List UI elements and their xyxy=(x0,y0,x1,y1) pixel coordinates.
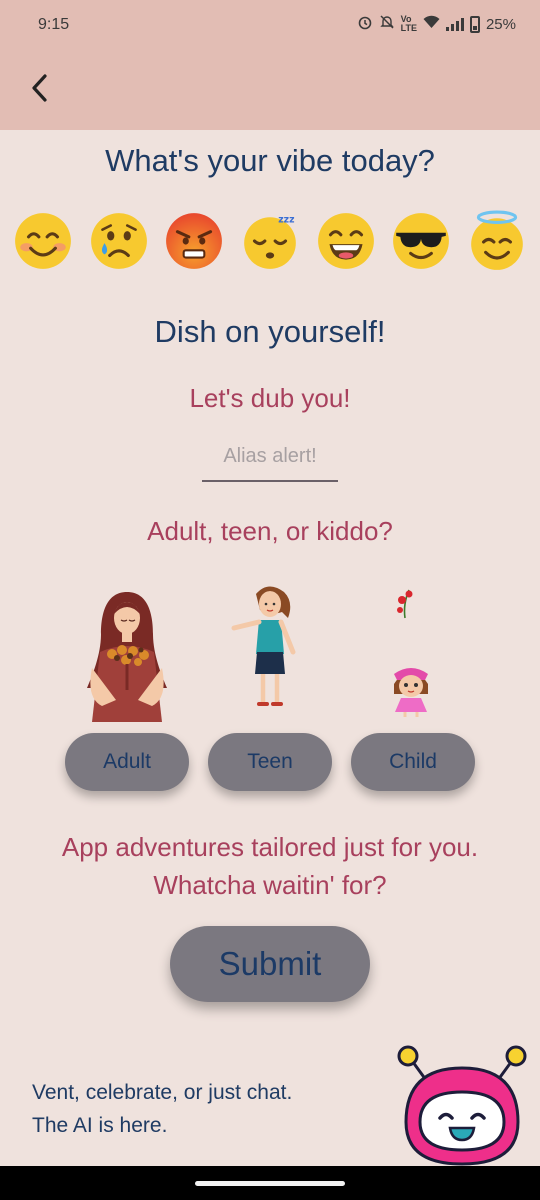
name-prompt: Let's dub you! xyxy=(189,383,351,413)
emoji-angel-button[interactable] xyxy=(466,210,528,272)
teen-button[interactable]: Teen xyxy=(208,733,332,791)
submit-button[interactable]: Submit xyxy=(170,926,370,1002)
emoji-grinning-button[interactable] xyxy=(315,210,377,272)
status-bar: 9:15 Vo LTE 25% xyxy=(0,0,540,50)
profile-title: Dish on yourself! xyxy=(154,314,386,349)
chevron-left-icon xyxy=(32,74,47,102)
ai-bot-avatar[interactable] xyxy=(396,1044,528,1168)
promo-text: App adventures tailored just for you. Wh… xyxy=(0,828,540,904)
child-illustration xyxy=(394,668,428,717)
flower-illustration xyxy=(397,589,413,619)
wifi-icon xyxy=(423,15,440,33)
vibe-emoji-row: zzz xyxy=(12,210,528,272)
app-bar xyxy=(0,50,540,130)
adult-button[interactable]: Adult xyxy=(65,733,189,791)
mute-icon xyxy=(379,14,395,34)
battery-level: 25% xyxy=(485,15,516,33)
alias-input[interactable] xyxy=(202,432,338,482)
signal-icon xyxy=(445,17,464,31)
promo-line-2: Whatcha waitin' for? xyxy=(153,870,387,900)
ai-prompt-line-1: Vent, celebrate, or just chat. xyxy=(32,1081,293,1104)
system-nav-bar xyxy=(0,1166,540,1200)
alarm-icon xyxy=(357,14,373,34)
child-button[interactable]: Child xyxy=(351,733,475,791)
age-prompt: Adult, teen, or kiddo? xyxy=(147,516,393,546)
emoji-crying-button[interactable] xyxy=(88,210,150,272)
promo-line-1: App adventures tailored just for you. xyxy=(61,832,479,862)
home-gesture-handle[interactable] xyxy=(195,1181,345,1186)
volte-icon: Vo LTE xyxy=(400,14,417,33)
emoji-sleeping-button[interactable]: zzz xyxy=(239,210,301,272)
vibe-title: What's your vibe today? xyxy=(105,143,435,178)
emoji-angry-button[interactable] xyxy=(163,210,225,272)
back-button[interactable] xyxy=(20,68,60,108)
ai-chat-prompt: Vent, celebrate, or just chat. The AI is… xyxy=(32,1076,372,1142)
emoji-cool-button[interactable] xyxy=(390,210,452,272)
teen-illustration xyxy=(231,586,296,706)
status-icons: Vo LTE 25% xyxy=(357,14,516,34)
status-time: 9:15 xyxy=(38,16,70,33)
adult-illustration xyxy=(87,592,167,722)
screen: 9:15 VoLTE 25% What's your vibe today? xyxy=(0,0,540,1200)
battery-icon xyxy=(469,15,480,33)
ai-prompt-line-2: The AI is here. xyxy=(32,1114,168,1137)
svg-text:zzz: zzz xyxy=(278,214,294,225)
emoji-smiling-button[interactable] xyxy=(12,210,74,272)
